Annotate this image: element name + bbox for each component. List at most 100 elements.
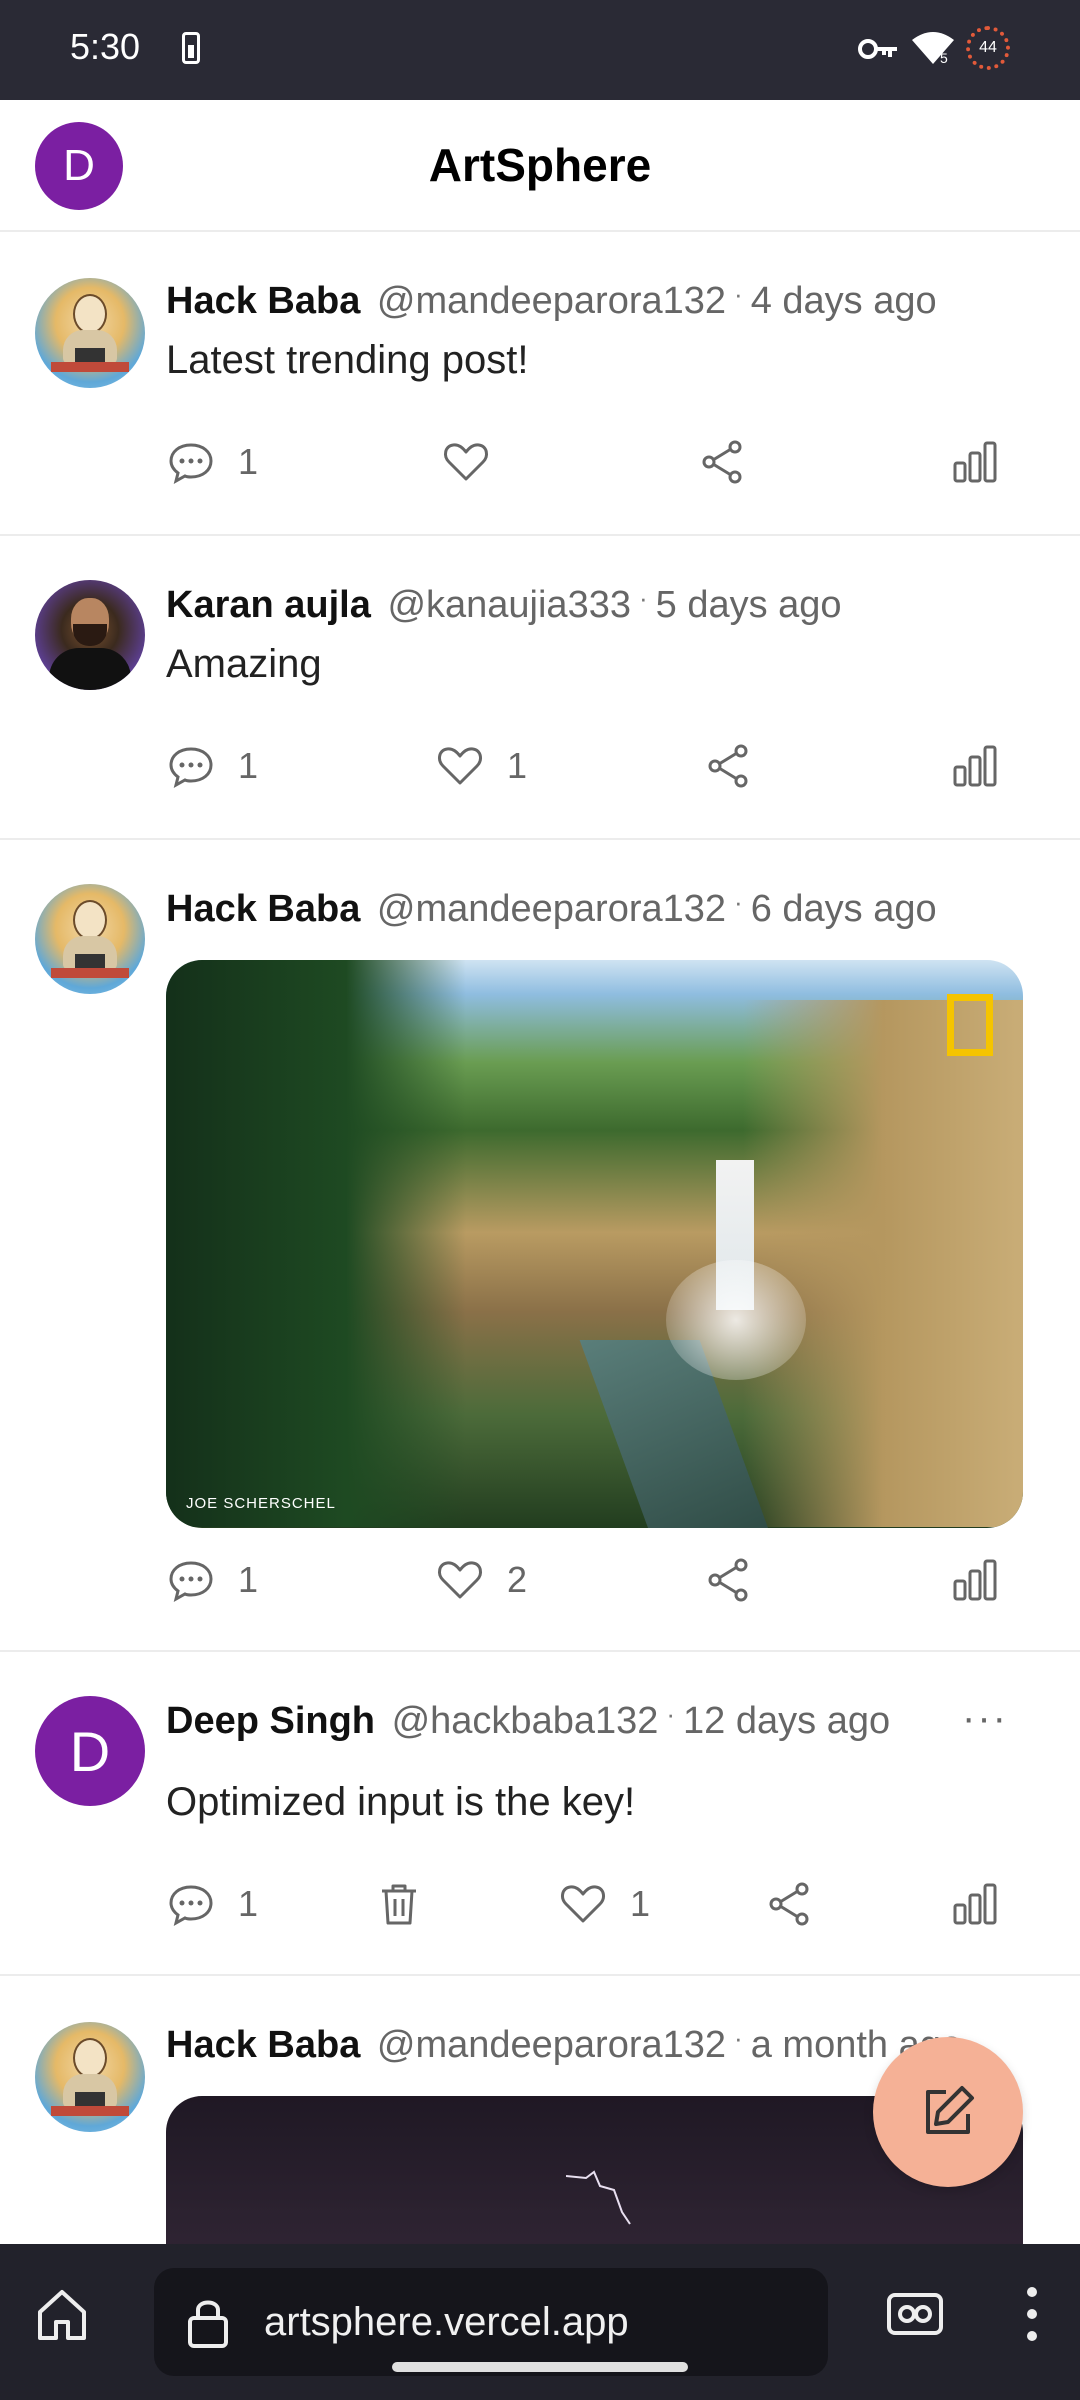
more-vert-icon[interactable] — [1020, 2284, 1044, 2344]
bar-chart-icon — [953, 1883, 997, 1925]
post-actions: 1 2 — [0, 1550, 1080, 1610]
wifi-badge: 5 — [940, 50, 948, 66]
post-card[interactable]: Karan aujla @kanaujia333 · 5 days ago Amaz… — [0, 536, 1080, 840]
bar-chart-icon — [953, 1559, 997, 1601]
post-card[interactable]: Hack Baba @mandeeparora132 · 4 days ago La… — [0, 232, 1080, 536]
post-time: 12 days ago — [683, 1700, 891, 1742]
post-header: Hack Baba @mandeeparora132 · 6 days ago — [166, 887, 937, 931]
comment-button[interactable]: 1 — [166, 1874, 258, 1934]
avatar[interactable] — [35, 884, 145, 994]
battery-indicator: 44 — [966, 26, 1010, 70]
share-icon — [708, 744, 748, 788]
comment-count: 1 — [238, 745, 259, 786]
app-header: D ArtSphere — [0, 100, 1080, 232]
avatar[interactable] — [35, 2022, 145, 2132]
like-button[interactable]: 1 — [435, 736, 527, 796]
trash-icon — [382, 1884, 416, 1925]
battery-saver-icon — [182, 32, 200, 64]
vpn-key-icon — [858, 39, 897, 59]
gesture-navigation-bar[interactable] — [392, 2362, 688, 2372]
separator-dot: · — [734, 887, 743, 917]
separator-dot: · — [734, 2023, 743, 2053]
tab-switcher-icon[interactable] — [885, 2289, 945, 2339]
post-actions: 1 1 — [0, 736, 1080, 796]
heart-icon — [438, 1561, 482, 1599]
heart-icon — [444, 443, 488, 481]
post-text: Amazing — [166, 642, 322, 686]
like-count: 1 — [630, 1883, 651, 1924]
separator-dot: · — [666, 1699, 676, 1729]
comment-button[interactable]: 1 — [166, 432, 258, 492]
post-header: Deep Singh @hackbaba132 · 12 days ago — [166, 1699, 891, 1743]
comment-button[interactable]: 1 — [166, 1550, 258, 1610]
like-button[interactable]: 1 — [558, 1874, 650, 1934]
comment-count: 1 — [238, 441, 259, 482]
more-options-button[interactable]: ··· — [962, 1696, 1008, 1741]
author-name[interactable]: Karan aujla — [166, 584, 371, 626]
stats-button[interactable] — [950, 736, 1000, 796]
lock-icon[interactable] — [184, 2296, 232, 2348]
share-icon — [708, 1558, 748, 1602]
author-handle[interactable]: @kanaujia333 — [387, 584, 631, 626]
stats-button[interactable] — [950, 1874, 1000, 1934]
post-header: Hack Baba @mandeeparora132 · 4 days ago — [166, 279, 937, 323]
comment-count: 1 — [238, 1883, 259, 1924]
like-count: 2 — [507, 1559, 528, 1600]
comment-icon — [169, 443, 213, 484]
author-handle[interactable]: @mandeeparora132 — [377, 2024, 726, 2066]
comment-icon — [169, 747, 213, 788]
heart-icon — [561, 1885, 605, 1923]
like-button[interactable] — [441, 432, 491, 492]
separator-dot: · — [638, 583, 648, 613]
browser-toolbar: artsphere.vercel.app — [0, 2244, 1080, 2400]
address-bar[interactable]: artsphere.vercel.app — [154, 2268, 828, 2376]
lightning-graphic — [566, 2170, 631, 2225]
post-time: 4 days ago — [750, 280, 937, 322]
author-name[interactable]: Hack Baba — [166, 888, 360, 930]
avatar[interactable]: D — [35, 1696, 145, 1806]
share-button[interactable] — [703, 1550, 753, 1610]
post-time: 5 days ago — [655, 584, 842, 626]
delete-button[interactable] — [374, 1874, 424, 1934]
post-actions: 1 1 — [0, 1874, 1080, 1934]
heart-icon — [438, 747, 482, 785]
bar-chart-icon — [953, 441, 997, 483]
compose-button[interactable] — [873, 2037, 1023, 2187]
author-name[interactable]: Hack Baba — [166, 280, 360, 322]
separator-dot: · — [734, 279, 743, 309]
home-icon[interactable] — [32, 2284, 92, 2344]
author-name[interactable]: Hack Baba — [166, 2024, 360, 2066]
post-card[interactable]: D Deep Singh @hackbaba132 · 12 days ago ··… — [0, 1652, 1080, 1976]
logo-icon — [947, 994, 993, 1056]
avatar[interactable] — [35, 580, 145, 690]
share-button[interactable] — [703, 736, 753, 796]
author-name[interactable]: Deep Singh — [166, 1700, 375, 1742]
share-button[interactable] — [764, 1874, 814, 1934]
page-title: ArtSphere — [428, 139, 652, 191]
avatar[interactable] — [35, 278, 145, 388]
author-handle[interactable]: @hackbaba132 — [392, 1700, 659, 1742]
comment-icon — [169, 1885, 213, 1926]
share-button[interactable] — [697, 432, 747, 492]
post-header: Hack Baba @mandeeparora132 · a month ago — [166, 2023, 962, 2067]
stats-button[interactable] — [950, 1550, 1000, 1610]
like-count: 1 — [507, 745, 528, 786]
comment-button[interactable]: 1 — [166, 736, 258, 796]
url-text[interactable]: artsphere.vercel.app — [264, 2300, 629, 2345]
post-header: Karan aujla @kanaujia333 · 5 days ago — [166, 583, 842, 627]
post-time: 6 days ago — [750, 888, 937, 930]
post-card[interactable]: Hack Baba @mandeeparora132 · 6 days ago JO… — [0, 840, 1080, 1652]
like-button[interactable]: 2 — [435, 1550, 527, 1610]
status-bar: 5:30 5 44 — [0, 0, 1080, 100]
post-actions: 1 — [0, 432, 1080, 492]
post-image[interactable]: JOE SCHERSCHEL — [166, 960, 1023, 1528]
stats-button[interactable] — [950, 432, 1000, 492]
post-text: Latest trending post! — [166, 338, 529, 382]
bar-chart-icon — [953, 745, 997, 787]
wifi-icon — [912, 32, 954, 64]
photo-credit: JOE SCHERSCHEL — [186, 1495, 336, 1512]
share-icon — [769, 1882, 809, 1926]
author-handle[interactable]: @mandeeparora132 — [377, 280, 726, 322]
author-handle[interactable]: @mandeeparora132 — [377, 888, 726, 930]
edit-icon — [926, 2086, 974, 2134]
